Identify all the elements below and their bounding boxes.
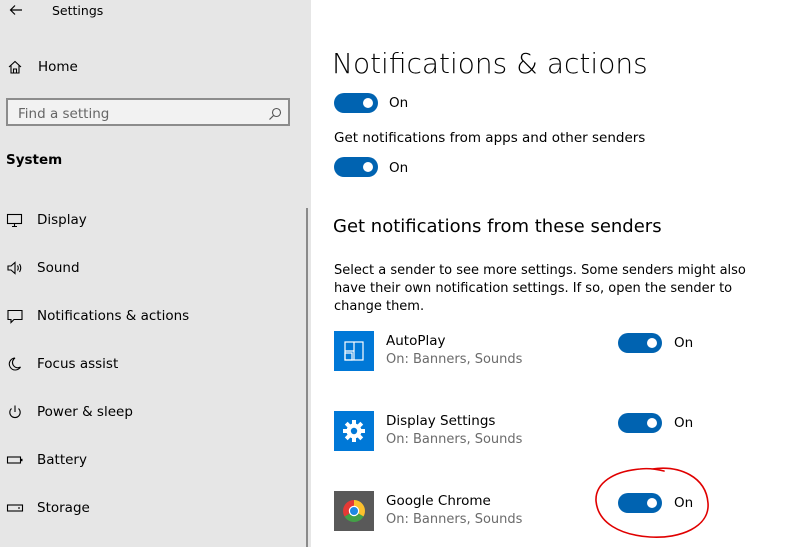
google-chrome-toggle[interactable] — [618, 493, 662, 513]
sidebar-item-home[interactable]: Home — [0, 54, 306, 80]
sidebar-item-focus-assist[interactable]: Focus assist — [0, 350, 306, 380]
chrome-icon — [334, 491, 374, 531]
sidebar-scrollbar[interactable] — [306, 208, 308, 547]
power-icon — [6, 404, 24, 420]
sender-name: AutoPlay — [386, 333, 446, 349]
sidebar-item-label: Battery — [37, 452, 87, 468]
sender-detail: On: Banners, Sounds — [386, 512, 523, 527]
toggle-knob — [647, 418, 657, 428]
storage-icon — [6, 500, 24, 516]
sender-name: Google Chrome — [386, 493, 491, 509]
section-heading: System — [6, 152, 63, 168]
sender-detail: On: Banners, Sounds — [386, 432, 523, 447]
speaker-icon — [6, 260, 24, 276]
page-title: Notifications & actions — [332, 47, 648, 80]
sidebar-item-storage[interactable]: Storage — [0, 494, 306, 524]
search-input[interactable] — [16, 104, 260, 124]
get-notifications-toggle[interactable] — [334, 157, 378, 177]
sidebar-item-power-sleep[interactable]: Power & sleep — [0, 398, 306, 428]
toggle-state: On — [674, 495, 694, 511]
sidebar-item-label: Home — [38, 59, 78, 75]
sidebar: Settings Home System Display Sound Notif… — [0, 0, 311, 547]
toggle-state: On — [674, 415, 694, 431]
sender-name: Display Settings — [386, 413, 496, 429]
sender-display-settings[interactable]: Display Settings On: Banners, Sounds — [334, 411, 774, 455]
toggle-state: On — [674, 335, 694, 351]
sidebar-item-display[interactable]: Display — [0, 206, 306, 236]
sidebar-item-battery[interactable]: Battery — [0, 446, 306, 476]
search-icon[interactable] — [268, 106, 282, 120]
sender-autoplay[interactable]: AutoPlay On: Banners, Sounds — [334, 331, 774, 375]
gear-icon — [334, 411, 374, 451]
app-title: Settings — [52, 3, 104, 18]
toggle-state: On — [389, 160, 409, 176]
sender-detail: On: Banners, Sounds — [386, 352, 523, 367]
main-content: Notifications & actions On Get notificat… — [311, 0, 788, 547]
sidebar-item-label: Storage — [37, 500, 90, 516]
sidebar-item-label: Focus assist — [37, 356, 119, 372]
autoplay-icon — [334, 331, 374, 371]
search-box[interactable] — [6, 98, 290, 126]
sidebar-item-label: Power & sleep — [37, 404, 133, 420]
title-bar: Settings — [0, 0, 311, 24]
sidebar-item-sound[interactable]: Sound — [0, 254, 306, 284]
senders-description: Select a sender to see more settings. So… — [334, 263, 746, 314]
sidebar-item-notifications[interactable]: Notifications & actions — [0, 302, 306, 332]
notification-icon — [6, 308, 24, 324]
get-notifications-label: Get notifications from apps and other se… — [334, 130, 646, 146]
moon-icon — [6, 356, 24, 372]
battery-icon — [6, 452, 24, 468]
toggle-knob — [647, 338, 657, 348]
back-arrow-icon[interactable] — [8, 2, 24, 18]
notifications-toggle[interactable] — [334, 93, 378, 113]
sidebar-item-label: Notifications & actions — [37, 308, 190, 324]
home-icon — [7, 59, 23, 75]
senders-heading: Get notifications from these senders — [333, 216, 662, 237]
sidebar-item-label: Sound — [37, 260, 80, 276]
autoplay-toggle[interactable] — [618, 333, 662, 353]
toggle-knob — [363, 98, 373, 108]
toggle-state: On — [389, 95, 409, 111]
monitor-icon — [6, 212, 24, 228]
toggle-knob — [363, 162, 373, 172]
toggle-knob — [647, 498, 657, 508]
sidebar-item-label: Display — [37, 212, 87, 228]
sender-google-chrome[interactable]: Google Chrome On: Banners, Sounds — [334, 491, 774, 535]
display-settings-toggle[interactable] — [618, 413, 662, 433]
